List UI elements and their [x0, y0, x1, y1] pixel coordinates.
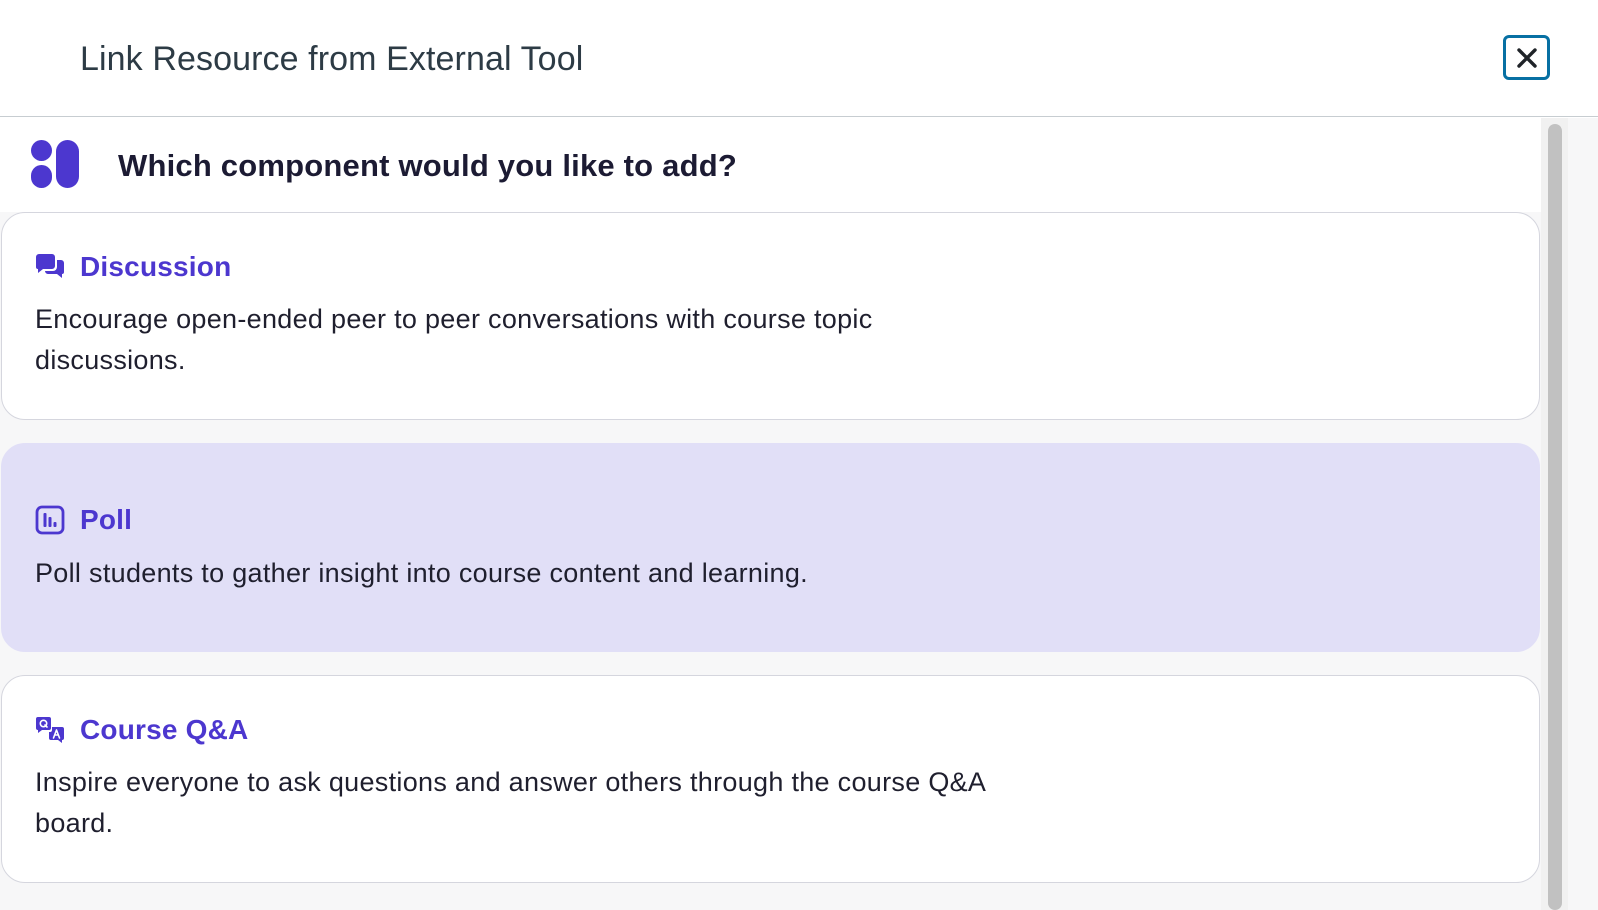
discussion-icon [34, 251, 66, 283]
scrollbar[interactable] [1541, 118, 1568, 910]
option-card-course-qa[interactable]: Course Q&A Inspire everyone to ask quest… [1, 675, 1540, 883]
link-resource-dialog: Link Resource from External Tool Which c… [0, 0, 1598, 910]
dialog-body: Which component would you like to add? D… [0, 118, 1598, 910]
question-heading: Which component would you like to add? [118, 148, 737, 183]
option-card-poll[interactable]: Poll Poll students to gather insight int… [1, 443, 1540, 652]
qa-icon [34, 714, 66, 746]
option-title: Course Q&A [80, 714, 249, 745]
option-title: Discussion [80, 251, 232, 282]
component-picker: Which component would you like to add? D… [0, 118, 1541, 910]
close-icon [1516, 47, 1537, 68]
card-title-row: Poll [34, 502, 132, 538]
poll-icon [34, 504, 66, 536]
option-card-discussion[interactable]: Discussion Encourage open-ended peer to … [1, 212, 1540, 420]
dialog-title: Link Resource from External Tool [80, 40, 584, 78]
scrollbar-thumb[interactable] [1548, 124, 1562, 910]
dialog-header: Link Resource from External Tool [0, 0, 1598, 117]
app-logo-icon [31, 140, 79, 188]
option-description: Encourage open-ended peer to peer conver… [35, 304, 873, 375]
question-row: Which component would you like to add? [0, 118, 1541, 212]
option-description: Inspire everyone to ask questions and an… [35, 767, 985, 838]
option-title: Poll [80, 504, 133, 535]
option-description: Poll students to gather insight into cou… [35, 558, 808, 588]
card-title-row: Discussion [34, 249, 231, 285]
card-title-row: Course Q&A [34, 712, 248, 748]
close-button[interactable] [1503, 35, 1550, 80]
